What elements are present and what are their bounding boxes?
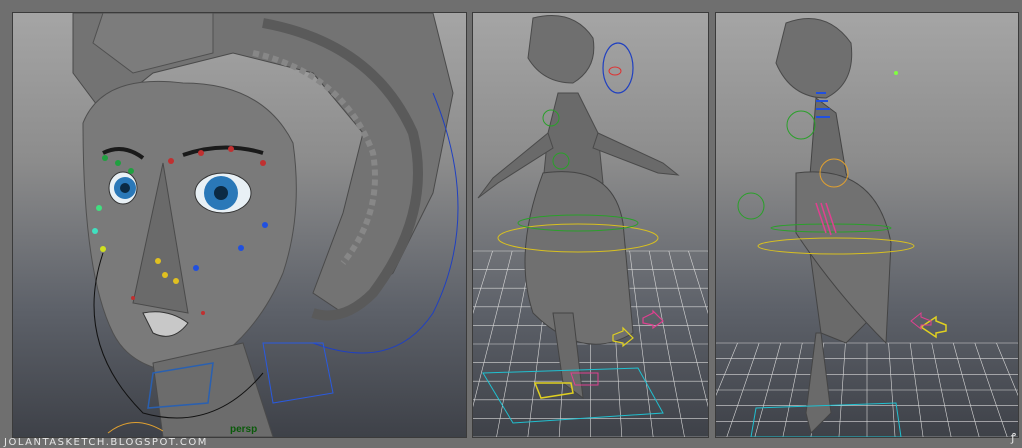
orange-curve[interactable] (107, 422, 164, 434)
viewport-persp[interactable]: persp (12, 12, 467, 438)
figure-dress (524, 171, 634, 345)
viewport-front[interactable] (472, 12, 709, 438)
ground-grid-side (716, 342, 1018, 437)
corner-logo-icon: ꝭ (1010, 431, 1016, 444)
viewport-side[interactable] (715, 12, 1019, 438)
camera-label-persp: persp (230, 424, 258, 435)
eye-control[interactable] (608, 66, 622, 76)
viewport-persp-canvas[interactable] (13, 13, 466, 437)
figure-right-arm (592, 132, 680, 176)
viewport-front-canvas[interactable] (473, 13, 708, 437)
figure-hair (527, 15, 595, 84)
hip-control-side[interactable] (737, 192, 765, 220)
figure-side-legs (805, 332, 832, 434)
eye-marker-side (894, 71, 898, 75)
ik-arrow-side-pink[interactable] (910, 311, 932, 331)
viewport-side-canvas[interactable] (716, 13, 1018, 437)
chest-control-side[interactable] (786, 110, 816, 140)
watermark-text: JOLANTASKETCH.BLOGSPOT.COM (4, 437, 208, 448)
figure-torso (542, 92, 604, 184)
figure-side-hair (775, 18, 853, 99)
neck-control[interactable] (262, 342, 334, 404)
ik-arrow-side[interactable] (919, 315, 947, 339)
